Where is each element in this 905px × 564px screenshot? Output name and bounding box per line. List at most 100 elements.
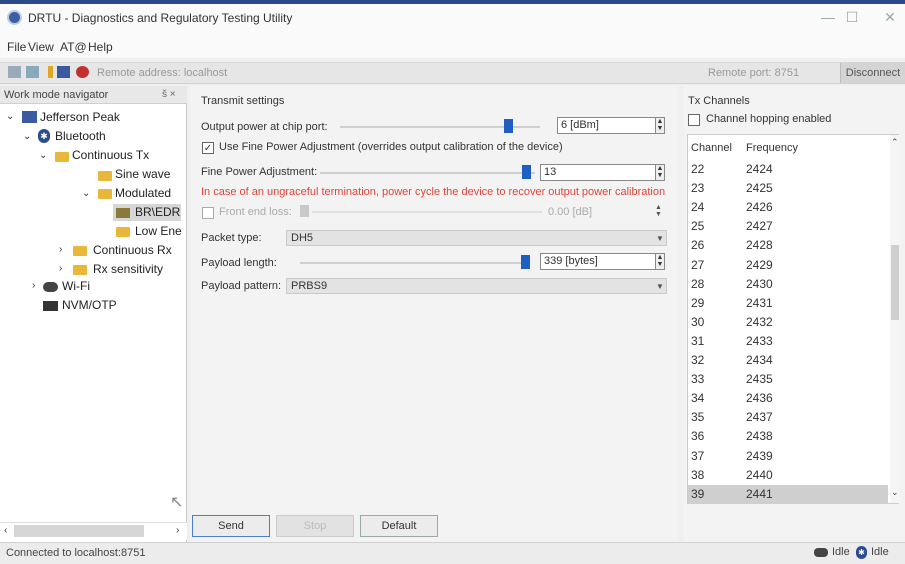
tree-item-wi-fi[interactable]: Wi-Fi xyxy=(62,279,90,293)
chevron-down-icon[interactable]: ▼ xyxy=(656,282,664,291)
table-row[interactable]: 28 2430 xyxy=(688,275,888,294)
payload-length-slider[interactable] xyxy=(300,262,525,264)
tree-item-br-edr[interactable]: BR\EDR xyxy=(135,205,180,219)
collapse-arrow-icon[interactable]: › xyxy=(32,280,35,291)
mouse-cursor-icon: ↖ xyxy=(170,494,184,511)
scroll-up-icon[interactable]: ⌃ xyxy=(891,137,899,148)
payload-pattern-select[interactable]: PRBS9 xyxy=(286,278,667,294)
table-row[interactable]: 37 2439 xyxy=(688,447,888,466)
tree-item-continuous-tx[interactable]: Continuous Tx xyxy=(72,148,149,162)
table-row[interactable]: 33 2435 xyxy=(688,370,888,389)
fine-power-field[interactable]: 13 xyxy=(540,164,657,181)
table-row[interactable]: 26 2428 xyxy=(688,236,888,255)
scroll-left-icon[interactable]: ‹ xyxy=(4,525,7,536)
default-button[interactable]: Default xyxy=(360,515,438,537)
table-row[interactable]: 24 2426 xyxy=(688,198,888,217)
frequency-cell: 2429 xyxy=(746,257,773,272)
tree-item-bluetooth[interactable]: Bluetooth xyxy=(55,129,106,143)
table-row[interactable]: 38 2440 xyxy=(688,466,888,485)
vscroll-thumb[interactable] xyxy=(891,245,899,320)
frequency-cell: 2437 xyxy=(746,410,773,425)
column-header-channel[interactable]: Channel xyxy=(691,142,732,154)
channel-cell: 28 xyxy=(691,276,705,291)
front-end-loss-slider-thumb[interactable] xyxy=(300,205,309,217)
navigator-controls[interactable]: š × xyxy=(162,89,176,100)
maximize-button[interactable]: ☐ xyxy=(842,8,862,26)
menu-at[interactable]: AT@ xyxy=(60,40,87,54)
remote-address[interactable]: Remote address: localhost xyxy=(97,67,227,79)
table-row[interactable]: 39 2441 xyxy=(688,484,888,504)
output-power-field[interactable]: 6 [dBm] xyxy=(557,117,657,134)
column-header-frequency[interactable]: Frequency xyxy=(746,142,798,154)
front-end-loss-spinner[interactable]: ▲ ▼ xyxy=(655,204,662,218)
fine-power-spinner[interactable]: ▲ ▼ xyxy=(655,164,665,181)
menu-view[interactable]: View xyxy=(28,40,54,54)
packet-type-select[interactable]: DH5 xyxy=(286,230,667,246)
expand-arrow-icon[interactable]: ⌄ xyxy=(23,131,31,142)
table-row[interactable]: 29 2431 xyxy=(688,294,888,313)
payload-length-slider-thumb[interactable] xyxy=(521,255,530,269)
channel-hopping-label[interactable]: Channel hopping enabled xyxy=(706,113,831,125)
channel-cell: 37 xyxy=(691,448,705,463)
stop-icon[interactable] xyxy=(76,66,89,78)
window-layout-icon[interactable] xyxy=(8,66,21,78)
table-row[interactable]: 36 2438 xyxy=(688,427,888,446)
folder-icon xyxy=(116,227,130,237)
table-row[interactable]: 35 2437 xyxy=(688,408,888,427)
tree-item-modulated[interactable]: Modulated xyxy=(115,186,171,200)
tree-item-rx-sensitivity[interactable]: Rx sensitivity xyxy=(93,262,163,276)
channel-cell: 32 xyxy=(691,353,705,367)
disconnect-button[interactable]: Disconnect xyxy=(840,63,905,83)
chevron-down-icon[interactable]: ▼ xyxy=(656,234,664,243)
window-title: DRTU - Diagnostics and Regulatory Testin… xyxy=(28,11,293,25)
minimize-button[interactable]: — xyxy=(818,8,838,26)
use-fine-power-label[interactable]: Use Fine Power Adjustment (overrides out… xyxy=(219,141,563,153)
table-row[interactable]: 30 2432 xyxy=(688,313,888,332)
output-power-spinner[interactable]: ▲ ▼ xyxy=(655,117,665,134)
fine-power-slider[interactable] xyxy=(320,172,535,174)
frequency-cell: 2426 xyxy=(746,200,773,215)
tree-item-low-energy[interactable]: Low Ene xyxy=(135,224,182,238)
channel-cell: 26 xyxy=(691,238,705,253)
tree-item-sine-wave[interactable]: Sine wave xyxy=(115,167,170,181)
table-row[interactable]: 25 2427 xyxy=(688,217,888,236)
fine-power-slider-thumb[interactable] xyxy=(522,165,532,179)
front-end-loss-field[interactable]: 0.00 [dB] xyxy=(548,206,592,218)
expand-arrow-icon[interactable]: ⌄ xyxy=(39,150,47,161)
table-row[interactable]: 23 2425 xyxy=(688,179,888,198)
collapse-arrow-icon[interactable]: › xyxy=(59,244,62,255)
collapse-arrow-icon[interactable]: › xyxy=(59,263,62,274)
screenshot-icon[interactable] xyxy=(26,66,39,78)
save-icon[interactable] xyxy=(57,66,70,78)
tree-item-nvm-otp[interactable]: NVM/OTP xyxy=(62,298,117,312)
scroll-right-icon[interactable]: › xyxy=(176,525,179,536)
tree-item-jefferson-peak[interactable]: Jefferson Peak xyxy=(40,110,120,124)
payload-length-spinner[interactable]: ▲ ▼ xyxy=(655,253,665,270)
tree-item-continuous-rx[interactable]: Continuous Rx xyxy=(93,243,172,257)
menu-help[interactable]: Help xyxy=(88,40,113,54)
hscroll-thumb[interactable] xyxy=(14,525,144,537)
expand-arrow-icon[interactable]: ⌄ xyxy=(82,188,90,199)
menu-file[interactable]: File xyxy=(7,40,26,54)
stop-button[interactable]: Stop xyxy=(276,515,354,537)
output-power-slider-thumb[interactable] xyxy=(504,119,513,133)
scroll-down-icon[interactable]: ⌄ xyxy=(891,487,899,498)
expand-arrow-icon[interactable]: ⌄ xyxy=(6,111,14,122)
table-row[interactable]: 34 2436 xyxy=(688,389,888,408)
table-row[interactable]: 27 2429 xyxy=(688,256,888,275)
table-row[interactable]: 32 2434 xyxy=(688,351,888,370)
send-button[interactable]: Send xyxy=(192,515,270,537)
channel-hopping-checkbox[interactable] xyxy=(688,114,700,126)
remote-port[interactable]: Remote port: 8751 xyxy=(708,67,799,79)
table-row[interactable]: 22 2424 xyxy=(688,160,888,179)
front-end-loss-slider[interactable] xyxy=(312,211,542,213)
front-end-loss-checkbox[interactable] xyxy=(202,207,214,219)
use-fine-power-checkbox[interactable]: ✓ xyxy=(202,142,214,154)
open-icon[interactable] xyxy=(48,66,53,78)
table-row[interactable]: 31 2433 xyxy=(688,332,888,351)
front-end-loss-label[interactable]: Front end loss: xyxy=(219,206,292,218)
payload-length-field[interactable]: 339 [bytes] xyxy=(540,253,657,270)
channel-cell: 39 xyxy=(691,486,705,501)
close-button[interactable]: ✕ xyxy=(880,8,900,26)
channel-cell: 27 xyxy=(691,257,705,272)
